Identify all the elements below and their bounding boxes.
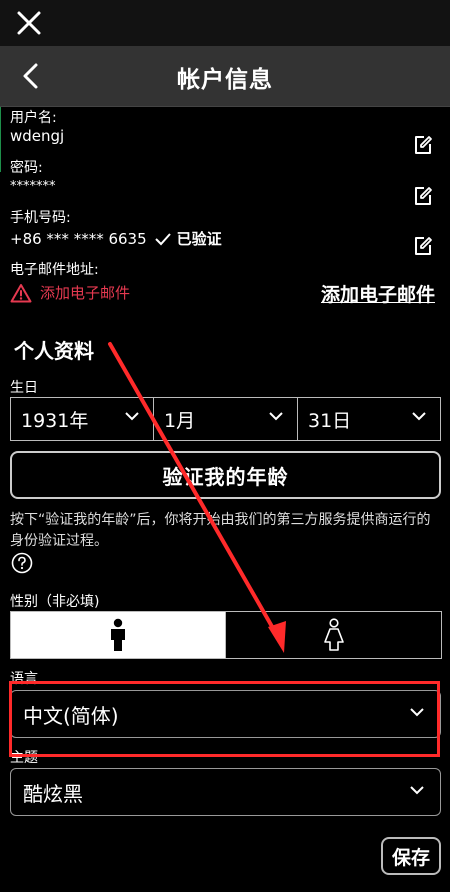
account-content: 用户名: wdengj 密码: ******* 手机号码: +86 *** **… (0, 107, 450, 892)
chevron-down-icon (410, 786, 424, 795)
verify-age-button[interactable]: 验证我的年龄 (10, 451, 441, 499)
gender-male-button[interactable] (10, 611, 226, 659)
help-icon[interactable] (11, 552, 33, 574)
theme-label: 主题 (10, 750, 38, 766)
chevron-down-icon (412, 412, 426, 421)
email-warning: 添加电子邮件 (10, 282, 130, 303)
username-value: wdengj (10, 127, 65, 145)
profile-section-title: 个人资料 (14, 339, 94, 363)
language-value: 中文(简体) (23, 703, 119, 728)
email-warning-text: 添加电子邮件 (40, 284, 131, 302)
add-email-link[interactable]: 添加电子邮件 (321, 280, 435, 307)
phone-row: +86 *** **** 6635 已验证 (10, 228, 222, 249)
phone-label: 手机号码: (10, 210, 71, 226)
username-label: 用户名: (10, 110, 57, 126)
chevron-down-icon (125, 412, 139, 421)
birthday-selector: 1931年 1月 31日 (10, 397, 441, 441)
gender-selector (10, 611, 442, 659)
email-label: 电子邮件地址: (10, 262, 99, 278)
female-icon (323, 618, 344, 651)
birth-year-dropdown[interactable]: 1931年 (10, 397, 154, 441)
birth-month-dropdown[interactable]: 1月 (154, 397, 298, 441)
chevron-down-icon (269, 412, 283, 421)
gender-female-button[interactable] (226, 611, 442, 659)
account-info-screen: 帐户信息 用户名: wdengj 密码: ******* 手机号码: +86 *… (0, 0, 450, 892)
warning-icon (10, 283, 32, 302)
male-icon (111, 618, 125, 651)
header-bar: 帐户信息 (0, 46, 450, 107)
gender-label: 性别（非必填) (10, 594, 100, 610)
chevron-down-icon (410, 708, 424, 717)
verify-age-note: 按下“验证我的年龄”后，你将开始由我们的第三方服务提供商运行的身份验证过程。 (10, 512, 431, 549)
edit-phone-icon[interactable] (412, 235, 434, 257)
edit-username-icon[interactable] (412, 134, 434, 156)
birth-day-dropdown[interactable]: 31日 (298, 397, 441, 441)
theme-value: 酷炫黑 (23, 781, 83, 806)
page-title: 帐户信息 (177, 67, 273, 93)
close-icon[interactable] (12, 6, 46, 40)
edge-divider (0, 107, 1, 172)
phone-verified-status: 已验证 (176, 230, 222, 248)
password-value: ******* (10, 179, 56, 194)
edit-password-icon[interactable] (412, 185, 434, 207)
language-dropdown[interactable]: 中文(简体) (10, 690, 441, 738)
phone-value: +86 *** **** 6635 (10, 229, 147, 248)
save-button[interactable]: 保存 (381, 837, 441, 875)
birth-month-value: 1月 (164, 409, 196, 432)
language-label: 语言 (10, 671, 38, 687)
birth-day-value: 31日 (308, 409, 352, 432)
theme-dropdown[interactable]: 酷炫黑 (10, 768, 441, 816)
top-bar (0, 0, 450, 46)
birthday-label: 生日 (10, 380, 38, 396)
checkmark-icon (154, 232, 171, 245)
birth-year-value: 1931年 (21, 409, 89, 432)
password-label: 密码: (10, 160, 43, 176)
